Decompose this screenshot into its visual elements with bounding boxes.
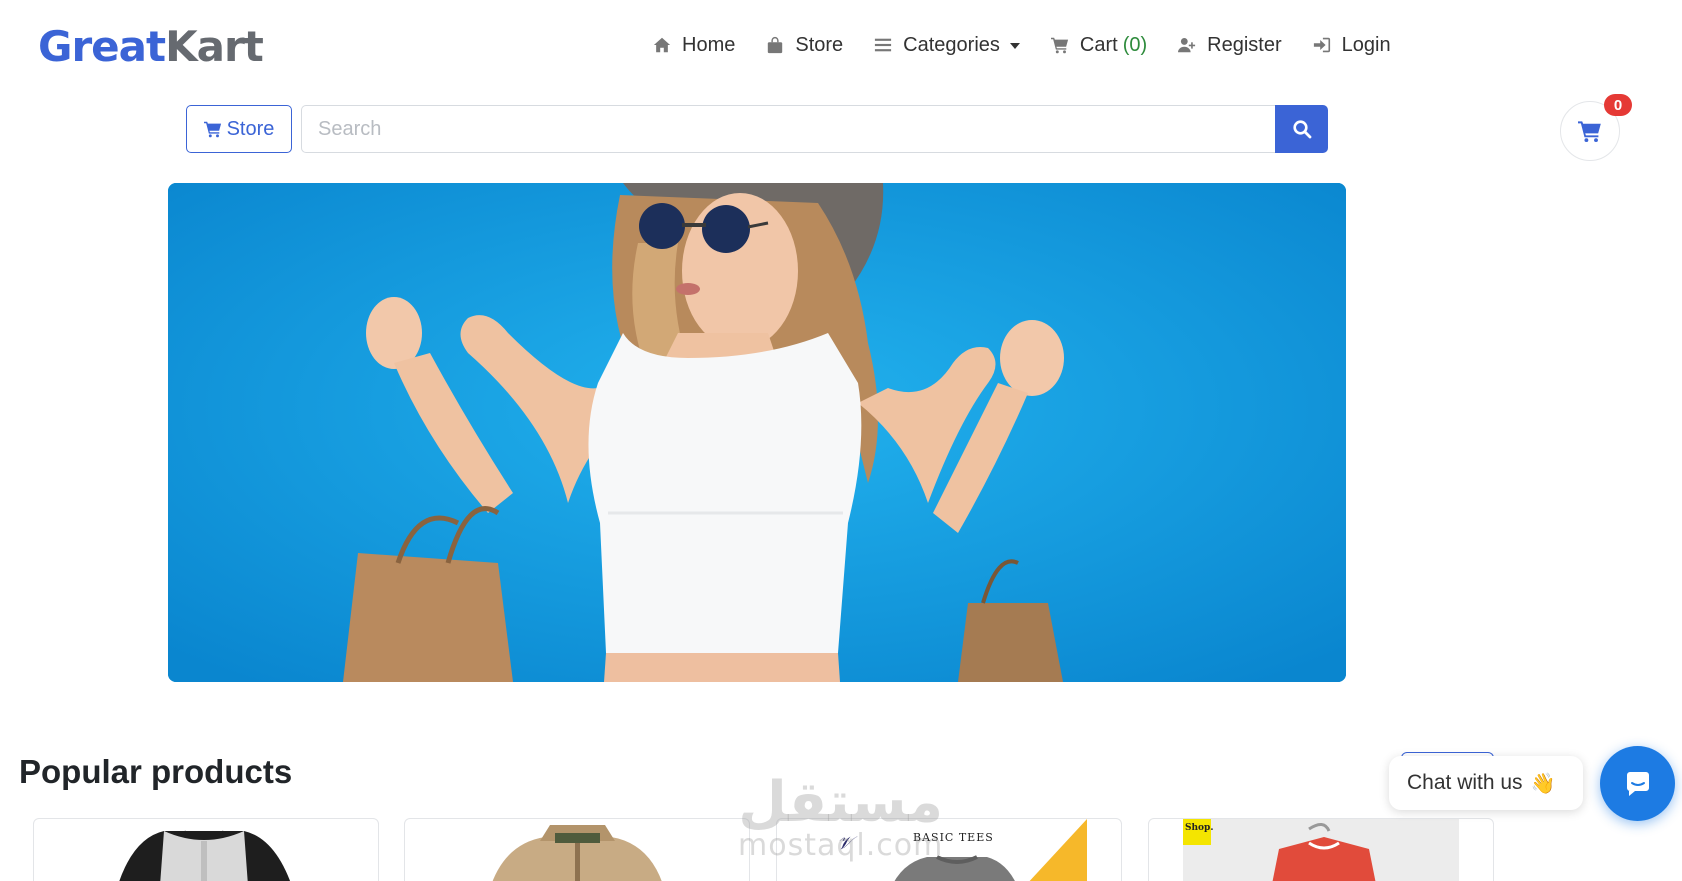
popular-products-title: Popular products (19, 753, 293, 790)
nav-cart-label: Cart (1079, 33, 1118, 56)
nav-store-label: Store (795, 33, 844, 56)
nav-home-label: Home (682, 33, 736, 56)
nav-login[interactable]: Login (1312, 34, 1391, 57)
product-card[interactable] (33, 818, 379, 881)
cart-icon (1050, 35, 1070, 55)
nav-login-label: Login (1341, 33, 1391, 56)
nav-categories-label: Categories (903, 33, 1000, 56)
svg-text:𝒱: 𝒱 (837, 833, 858, 854)
chat-icon (1626, 771, 1649, 796)
cart-icon (203, 121, 221, 138)
cart-icon (1578, 121, 1601, 143)
hero-banner[interactable] (168, 183, 1346, 682)
search-icon (1292, 120, 1311, 139)
chat-with-us-bubble[interactable]: Chat with us 👋 (1389, 756, 1583, 810)
store-button-label: Store (226, 117, 275, 140)
nav-cart[interactable]: Cart (0) (1050, 34, 1147, 57)
nav-register[interactable]: Register (1177, 33, 1282, 57)
search-button[interactable] (1275, 105, 1328, 153)
product-card[interactable]: Shop. (1148, 818, 1494, 881)
chat-launcher-button[interactable] (1600, 746, 1675, 821)
home-icon (652, 35, 672, 55)
cart-count-badge: 0 (1604, 94, 1632, 116)
basic-tees-image: 𝒱 (837, 819, 1087, 881)
shopping-bag-icon (765, 35, 785, 55)
logo-kart: Kart (165, 22, 264, 71)
nav-store[interactable]: Store (765, 34, 843, 57)
menu-icon (873, 35, 893, 55)
basic-tees-brand-text: BASIC TEES (913, 831, 994, 844)
logo-great: Great (38, 22, 166, 71)
product-card[interactable]: 𝒱 BASIC TEES (776, 818, 1122, 881)
nav-register-label: Register (1207, 33, 1282, 56)
site-logo[interactable]: GreatKart (38, 22, 264, 71)
raglan-henley-shirt-image (119, 830, 290, 881)
sign-in-icon (1312, 35, 1332, 55)
khaki-jacket-image (492, 825, 662, 881)
product-card[interactable] (404, 818, 750, 881)
main-nav: Home Store Categories Cart (0) Register … (652, 30, 1391, 60)
nav-cart-count: (0) (1122, 33, 1148, 56)
user-plus-icon (1177, 35, 1197, 55)
nav-home[interactable]: Home (652, 34, 735, 57)
chat-label: Chat with us (1407, 771, 1523, 794)
shopping-woman-photo (168, 183, 1346, 682)
wave-emoji: 👋 (1530, 772, 1556, 795)
caret-down-icon (1009, 43, 1020, 49)
store-button[interactable]: Store (186, 105, 292, 153)
nav-categories[interactable]: Categories (873, 34, 1020, 57)
shop-brand-text: Shop. (1185, 823, 1214, 833)
search-input[interactable] (301, 105, 1276, 153)
